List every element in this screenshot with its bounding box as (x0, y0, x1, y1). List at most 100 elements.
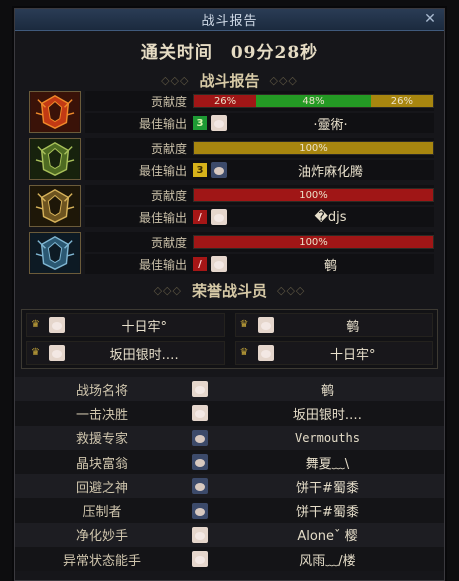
ornament-icon: ◇◇◇ (161, 73, 190, 87)
award-player-name: Aloneˇ 樱 (297, 529, 358, 545)
player-info: 贡献度 100% 最佳输出 3 油炸麻化腾 (85, 138, 434, 180)
contribution-segment: 100% (194, 142, 433, 154)
avatar (192, 405, 208, 422)
award-player-name: 舞夏﹏\ (305, 456, 350, 472)
contribution-segment: 48% (256, 95, 371, 107)
best-output: 3 ·靈術· (193, 114, 434, 133)
report-section-header: ◇◇◇ 战斗报告 ◇◇◇ (15, 69, 444, 91)
player-row: 贡献度 100% 最佳输出 3 油炸麻化腾 (29, 138, 434, 180)
best-output: / �djs (193, 208, 434, 226)
award-player-name: 饼干#蜀黍 (296, 480, 359, 496)
gold-knight-portrait-icon (29, 185, 81, 227)
award-row: 救援专家 Vermouths (15, 425, 444, 450)
honor-name: 鹌 (346, 319, 360, 335)
award-avatar (189, 526, 211, 543)
award-row: 一击决胜 坂田银时.… (15, 401, 444, 426)
award-title: 异常状态能手 (62, 553, 141, 569)
honor-header-title: 荣誉战斗员 (191, 281, 267, 300)
window-title: 战斗报告 (201, 14, 258, 29)
avatar (49, 317, 65, 333)
honor-item: ♛ 鹌 (234, 313, 433, 337)
avatar (192, 478, 208, 495)
award-player-name: 饼干#蜀黍 (296, 505, 359, 521)
contribution-label: 贡献度 (150, 94, 187, 109)
crown-icon: ♛ (239, 347, 249, 358)
best-output-line: 最佳输出 3 油炸麻化腾 (85, 160, 434, 180)
best-output-line: 最佳输出 3 ·靈術· (85, 113, 434, 133)
award-row: 异常状态能手 风雨﹏/楼 (15, 547, 444, 572)
honor-item: ♛ 坂田银时.… (26, 341, 225, 365)
award-row: 战场名将 鹌 (15, 377, 444, 402)
fire-warrior-portrait-icon (29, 91, 81, 133)
award-avatar (189, 381, 211, 398)
contribution-bar: 26% 48% 26% (193, 94, 434, 108)
award-player-name: Vermouths (294, 430, 361, 445)
best-output-name: 鹌 (323, 258, 337, 274)
contribution-segment: 26% (370, 95, 433, 107)
award-title: 救援专家 (75, 432, 128, 448)
award-avatar (189, 429, 211, 446)
close-icon[interactable]: ✕ (422, 11, 438, 27)
avatar (211, 256, 227, 272)
honor-grid: ♛ 十日牢° ♛ 鹌 ♛ 坂田银时.… ♛ 十日牢° (21, 309, 438, 369)
honor-item: ♛ 十日牢° (234, 341, 433, 365)
avatar (192, 551, 208, 568)
award-row: 净化妙手 Aloneˇ 樱 (15, 522, 444, 548)
best-output: 3 油炸麻化腾 (193, 161, 434, 180)
award-avatar (189, 405, 211, 422)
award-title: 战场名将 (75, 383, 128, 399)
award-avatar (189, 478, 211, 495)
award-title: 晶块富翁 (75, 456, 128, 472)
player-info: 贡献度 26% 48% 26% 最佳输出 3 ·靈術· (85, 91, 434, 133)
best-output-name: ·靈術· (313, 117, 348, 133)
ornament-icon: ◇◇◇ (153, 283, 182, 297)
honor-name: 十日牢° (329, 347, 376, 363)
avatar (192, 502, 208, 519)
rank-badge-icon: 3 (193, 116, 207, 130)
avatar (192, 429, 208, 446)
award-player-name: 风雨﹏/楼 (299, 553, 356, 569)
clear-time-label: 通关时间 (140, 42, 213, 63)
best-output-label: 最佳输出 (138, 257, 187, 272)
blue-knight-portrait-icon (29, 232, 81, 274)
best-output-label: 最佳输出 (138, 116, 187, 131)
contribution-line: 贡献度 26% 48% 26% (85, 91, 434, 111)
best-output-line: 最佳输出 / 鹌 (85, 254, 434, 274)
award-row: 回避之神 饼干#蜀黍 (15, 474, 444, 499)
contribution-bar: 100% (193, 188, 434, 202)
avatar (211, 209, 227, 225)
ornament-icon: ◇◇◇ (277, 283, 306, 297)
rank-badge-icon: / (193, 257, 207, 271)
award-row: 晶块富翁 舞夏﹏\ (15, 449, 444, 475)
rank-badge-icon: / (193, 210, 207, 224)
contribution-label: 贡献度 (150, 188, 187, 203)
contribution-segment: 100% (194, 189, 433, 201)
best-output-label: 最佳输出 (138, 210, 187, 225)
avatar (211, 162, 227, 178)
crown-icon: ♛ (31, 347, 40, 358)
award-avatar (189, 551, 211, 568)
player-list: 贡献度 26% 48% 26% 最佳输出 3 ·靈術· 贡献度 100% 最佳输出 3 油炸麻化腾 贡献… (15, 91, 444, 274)
ornament-icon: ◇◇◇ (269, 73, 298, 87)
award-title: 一击决胜 (75, 407, 128, 423)
player-row: 贡献度 100% 最佳输出 / �djs (29, 185, 434, 227)
green-knight-portrait-icon (29, 138, 81, 180)
contribution-segment: 100% (194, 236, 433, 248)
contribution-label: 贡献度 (150, 141, 187, 156)
award-player-name: 坂田银时.… (292, 407, 363, 423)
clear-time: 通关时间 09分28秒 (15, 31, 444, 69)
crown-icon: ♛ (239, 319, 249, 330)
avatar (49, 345, 65, 361)
report-header-title: 战斗报告 (199, 71, 260, 90)
best-output-name: �djs (314, 209, 347, 225)
crown-icon: ♛ (31, 319, 40, 330)
contribution-line: 贡献度 100% (85, 232, 434, 252)
avatar (257, 345, 274, 361)
avatar (257, 317, 274, 333)
battle-report-window: 战斗报告 ✕ 通关时间 09分28秒 ◇◇◇ 战斗报告 ◇◇◇ 贡献度 26% 48… (14, 8, 445, 581)
best-output: / 鹌 (193, 255, 434, 274)
honor-name: 坂田银时.… (109, 347, 179, 363)
award-avatar (189, 502, 211, 519)
player-info: 贡献度 100% 最佳输出 / �djs (85, 185, 434, 227)
honor-name: 十日牢° (121, 319, 167, 335)
